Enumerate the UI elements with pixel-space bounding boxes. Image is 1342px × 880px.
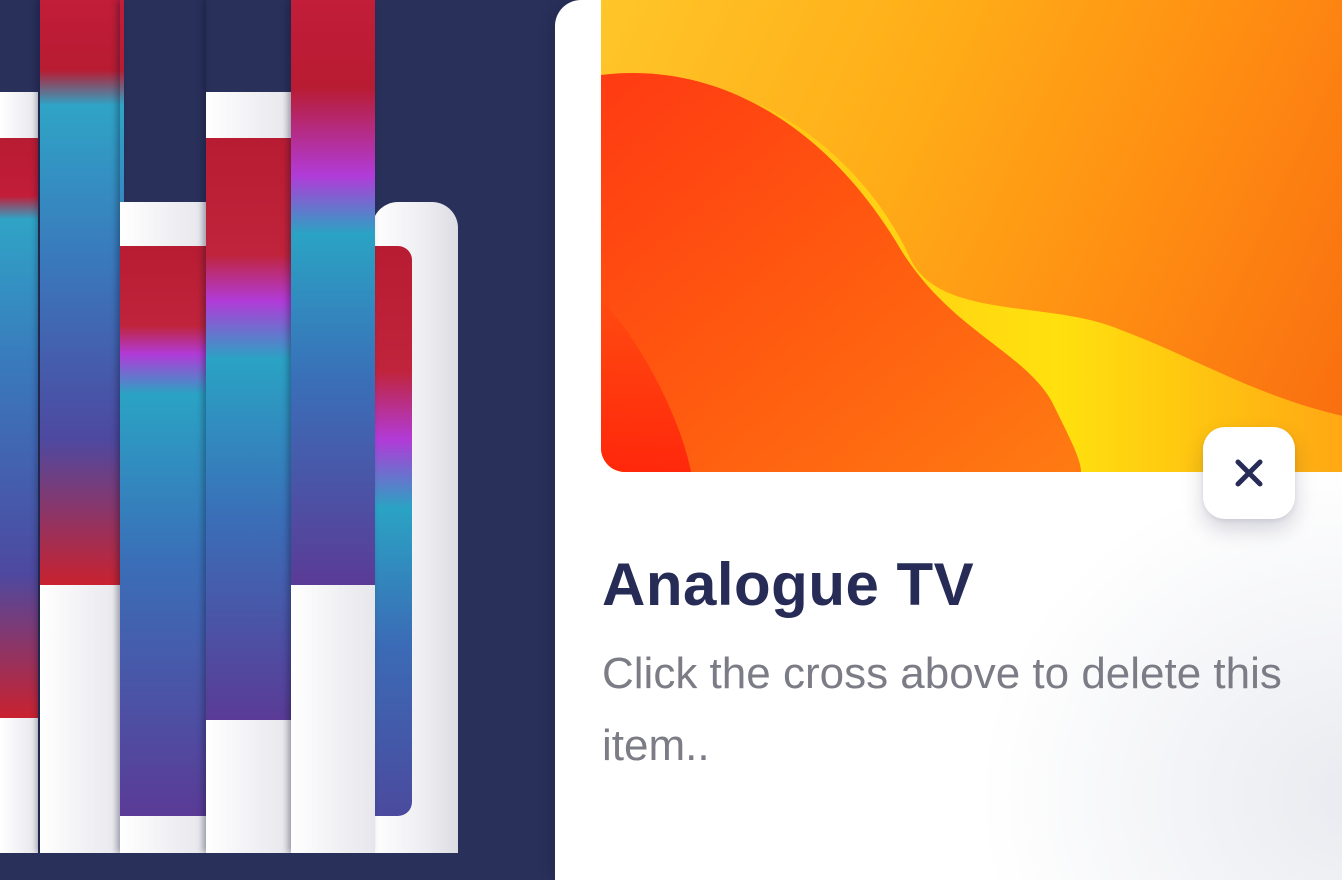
delete-button[interactable] (1203, 427, 1295, 519)
item-title: Analogue TV (602, 551, 975, 618)
art-strip (206, 0, 292, 853)
item-image (601, 0, 1342, 472)
item-card: Analogue TV Click the cross above to del… (555, 0, 1342, 880)
background-artwork (0, 0, 555, 853)
art-strip (40, 0, 124, 853)
item-description: Click the cross above to delete this ite… (602, 649, 1282, 770)
close-icon (1235, 459, 1263, 487)
art-strip (120, 0, 206, 853)
device-screen (374, 246, 412, 816)
art-strip (0, 0, 38, 853)
art-strip (291, 0, 375, 853)
